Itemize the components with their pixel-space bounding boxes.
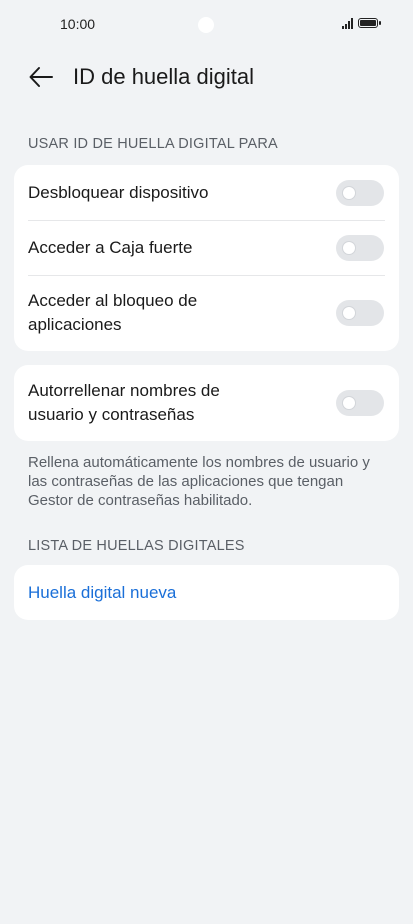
new-fingerprint-row[interactable]: Huella digital nueva [14, 565, 399, 620]
autofill-card: Autorrellenar nombres de usuario y contr… [14, 365, 399, 441]
divider [28, 275, 385, 276]
status-icons [342, 17, 381, 29]
setting-label: Desbloquear dispositivo [28, 182, 209, 202]
setting-row-safe[interactable]: Acceder a Caja fuerte [14, 220, 399, 275]
section-header-use: USAR ID DE HUELLA DIGITAL PARA [28, 136, 278, 152]
camera-cutout [198, 17, 214, 33]
setting-label: Acceder a Caja fuerte [28, 237, 193, 257]
signal-icon [342, 17, 353, 29]
use-settings-card: Desbloquear dispositivo Acceder a Caja f… [14, 165, 399, 351]
autofill-toggle[interactable] [336, 390, 384, 416]
status-time: 10:00 [60, 16, 96, 32]
setting-row-app-lock[interactable]: Acceder al bloqueo de aplicaciones [14, 275, 399, 351]
unlock-device-toggle[interactable] [336, 179, 384, 206]
setting-label: Autorrellenar nombres de usuario y contr… [28, 381, 220, 424]
fingerprint-list-card: Huella digital nueva [14, 565, 399, 620]
safe-toggle[interactable] [336, 234, 384, 261]
status-bar: 10:00 [0, 0, 413, 50]
section-header-list: LISTA DE HUELLAS DIGITALES [28, 538, 245, 554]
divider [28, 220, 385, 221]
setting-label: Acceder al bloqueo de aplicaciones [28, 291, 198, 334]
page-title: ID de huella digital [73, 64, 255, 89]
setting-row-autofill[interactable]: Autorrellenar nombres de usuario y contr… [14, 365, 399, 441]
new-fingerprint-link[interactable]: Huella digital nueva [28, 583, 176, 603]
app-lock-toggle[interactable] [336, 300, 384, 326]
back-arrow-icon[interactable] [28, 64, 54, 90]
battery-icon [358, 18, 381, 28]
setting-row-unlock-device[interactable]: Desbloquear dispositivo [14, 165, 399, 220]
autofill-description: Rellena automáticamente los nombres de u… [28, 454, 370, 509]
app-bar: ID de huella digital [0, 56, 413, 100]
